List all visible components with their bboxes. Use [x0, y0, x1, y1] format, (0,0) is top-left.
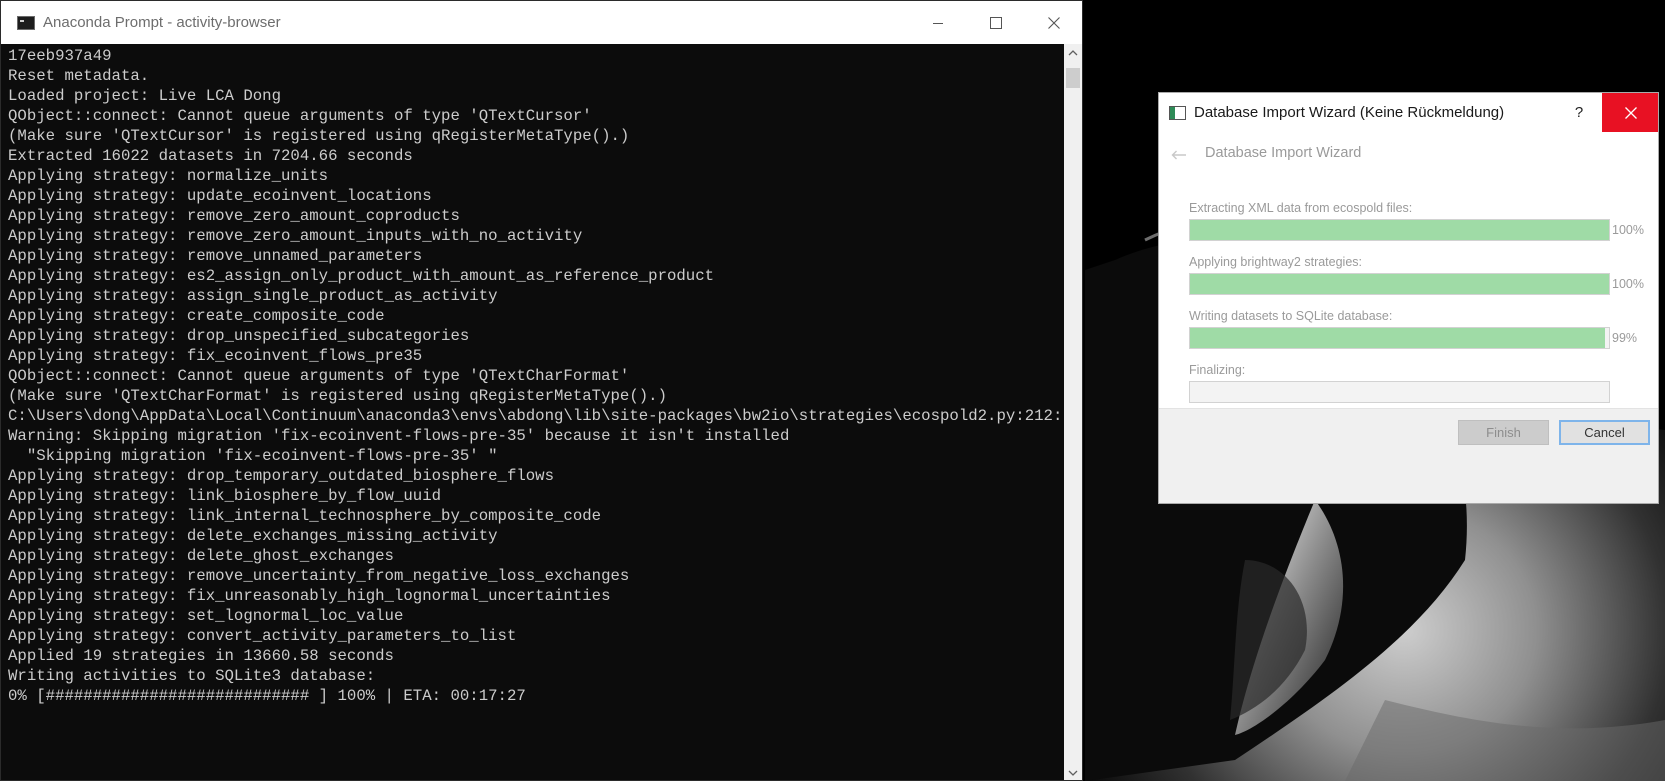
wizard-page-title: Database Import Wizard	[1205, 145, 1362, 161]
console-line: QObject::connect: Cannot queue arguments…	[8, 367, 630, 385]
console-line: Applying strategy: link_internal_technos…	[8, 507, 602, 525]
console-line: Extracted 16022 datasets in 7204.66 seco…	[8, 147, 413, 165]
minimize-button[interactable]	[909, 1, 967, 44]
chevron-up-icon	[1068, 50, 1078, 56]
console-line: QObject::connect: Cannot queue arguments…	[8, 107, 592, 125]
console-line: Warning: Skipping migration 'fix-ecoinve…	[8, 427, 790, 445]
console-line: Applying strategy: convert_activity_para…	[8, 627, 517, 645]
maximize-button[interactable]	[967, 1, 1025, 44]
step-label-finalizing: Finalizing:	[1189, 363, 1246, 377]
maximize-icon	[990, 16, 1002, 29]
progress-fill	[1190, 220, 1609, 240]
console-line: Applying strategy: update_ecoinvent_loca…	[8, 187, 432, 205]
console-line: Applying strategy: delete_exchanges_miss…	[8, 527, 498, 545]
back-arrow-icon	[1171, 150, 1186, 160]
minimize-icon	[933, 22, 943, 24]
console-line: Applying strategy: es2_assign_only_produ…	[8, 267, 715, 285]
console-line: Applied 19 strategies in 13660.58 second…	[8, 647, 394, 665]
console-output[interactable]: 17eeb937a49 Reset metadata. Loaded project…	[1, 44, 1064, 780]
console-line: Applying strategy: delete_ghost_exchange…	[8, 547, 394, 565]
wizard-title: Database Import Wizard (Keine Rückmeldun…	[1194, 104, 1505, 121]
console-line: Applying strategy: remove_zero_amount_in…	[8, 227, 583, 245]
console-line: Applying strategy: drop_temporary_outdat…	[8, 467, 555, 485]
console-line: Reset metadata.	[8, 67, 150, 85]
scroll-down-button[interactable]	[1064, 764, 1082, 780]
back-button[interactable]	[1170, 149, 1188, 161]
progress-fill	[1190, 328, 1605, 348]
console-title: Anaconda Prompt - activity-browser	[43, 14, 281, 31]
cancel-button[interactable]: Cancel	[1559, 420, 1650, 445]
help-button[interactable]: ?	[1557, 93, 1601, 132]
step-label-writing: Writing datasets to SQLite database:	[1189, 309, 1393, 323]
wizard-app-icon	[1169, 105, 1186, 120]
console-progress-line: 0% [############################ ] 100% …	[8, 687, 526, 705]
wizard-button-bar: Finish Cancel	[1159, 408, 1658, 503]
console-line: (Make sure 'QTextCursor' is registered u…	[8, 127, 630, 145]
close-icon	[1048, 16, 1060, 29]
console-titlebar[interactable]: Anaconda Prompt - activity-browser	[1, 1, 1082, 44]
progress-percent: 100%	[1612, 277, 1644, 291]
progress-bar-writing	[1189, 327, 1610, 349]
step-label-strategies: Applying brightway2 strategies:	[1189, 255, 1363, 269]
wizard-page: Database Import Wizard Extracting XML da…	[1159, 132, 1658, 408]
console-line: (Make sure 'QTextCharFormat' is register…	[8, 387, 667, 405]
chevron-down-icon	[1068, 770, 1078, 776]
wizard-close-button[interactable]	[1602, 93, 1658, 132]
console-line: Applying strategy: remove_uncertainty_fr…	[8, 567, 630, 585]
scroll-thumb[interactable]	[1066, 68, 1080, 88]
console-line: Applying strategy: fix_ecoinvent_flows_p…	[8, 347, 423, 365]
progress-percent: 99%	[1612, 331, 1638, 345]
console-line: Applying strategy: drop_unspecified_subc…	[8, 327, 470, 345]
console-line: Applying strategy: create_composite_code	[8, 307, 385, 325]
close-icon	[1624, 106, 1637, 119]
terminal-icon	[17, 15, 35, 30]
import-wizard-dialog: Database Import Wizard (Keine Rückmeldun…	[1158, 92, 1659, 504]
step-label-extract: Extracting XML data from ecospold files:	[1189, 201, 1413, 215]
console-text: 17eeb937a49 Reset metadata. Loaded project…	[1, 44, 1064, 706]
progress-bar-extract	[1189, 219, 1610, 241]
console-line: Applying strategy: link_biosphere_by_flo…	[8, 487, 442, 505]
console-line: Applying strategy: normalize_units	[8, 167, 329, 185]
console-line: Applying strategy: assign_single_product…	[8, 287, 498, 305]
console-line: "Skipping migration 'fix-ecoinvent-flows…	[8, 447, 498, 465]
scroll-up-button[interactable]	[1064, 44, 1082, 62]
console-line: C:\Users\dong\AppData\Local\Continuum\an…	[8, 407, 1064, 425]
vertical-scrollbar[interactable]	[1064, 44, 1082, 780]
console-line: Applying strategy: remove_unnamed_parame…	[8, 247, 423, 265]
wizard-titlebar[interactable]: Database Import Wizard (Keine Rückmeldun…	[1159, 93, 1658, 132]
close-button[interactable]	[1025, 1, 1082, 44]
progress-bar-finalizing	[1189, 381, 1610, 403]
console-line: Loaded project: Live LCA Dong	[8, 87, 282, 105]
progress-fill	[1190, 274, 1609, 294]
console-line: Applying strategy: fix_unreasonably_high…	[8, 587, 611, 605]
progress-percent: 100%	[1612, 223, 1644, 237]
console-line: 17eeb937a49	[8, 47, 112, 65]
desktop: Anaconda Prompt - activity-browser 17eeb…	[0, 0, 1665, 781]
console-line: Writing activities to SQLite3 database:	[8, 667, 376, 685]
finish-button[interactable]: Finish	[1458, 420, 1549, 445]
progress-bar-strategies	[1189, 273, 1610, 295]
console-window: Anaconda Prompt - activity-browser 17eeb…	[0, 0, 1083, 781]
console-line: Applying strategy: remove_zero_amount_co…	[8, 207, 460, 225]
console-line: Applying strategy: set_lognormal_loc_val…	[8, 607, 404, 625]
